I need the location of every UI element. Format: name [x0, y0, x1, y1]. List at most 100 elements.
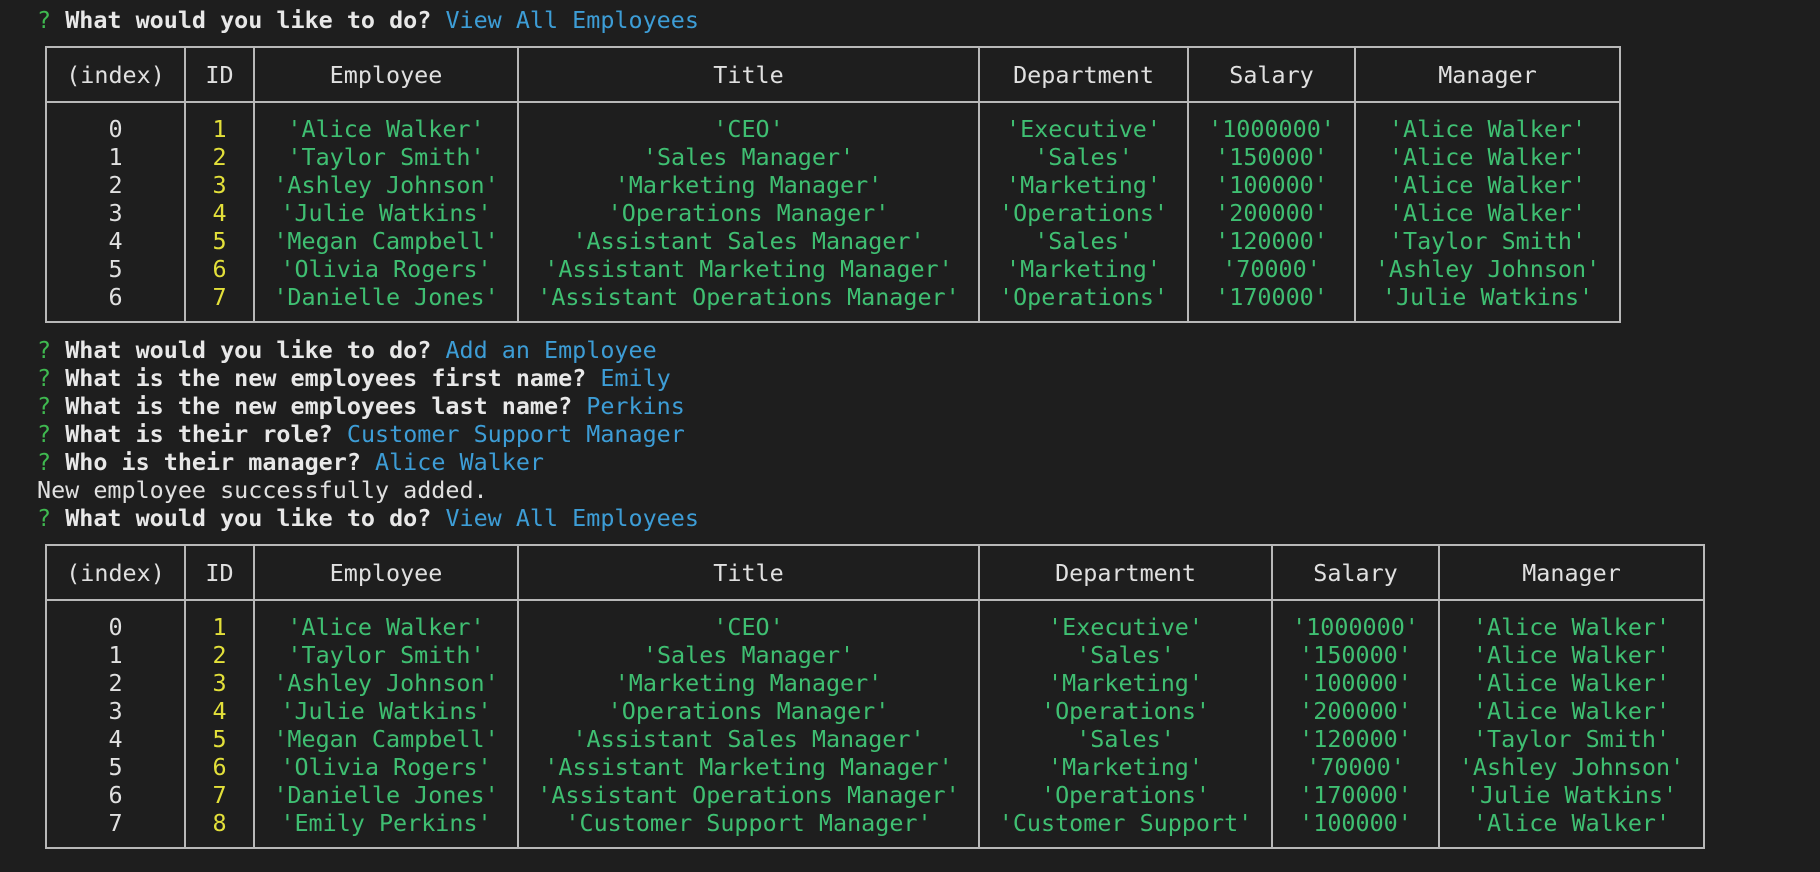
table-row: 6 7 'Danielle Jones' 'Assistant Operatio… [45, 781, 1705, 809]
cell-index: 1 [45, 143, 186, 171]
cell-salary: '100000' [1271, 809, 1440, 849]
cell-salary: '70000' [1187, 255, 1356, 283]
column-header-index: (index) [45, 544, 186, 601]
column-header-employee: Employee [253, 46, 519, 103]
cell-salary: '120000' [1187, 227, 1356, 255]
cell-employee: 'Danielle Jones' [253, 781, 519, 809]
cell-employee: 'Taylor Smith' [253, 143, 519, 171]
prompt-line: ? What would you like to do? View All Em… [37, 6, 1807, 34]
cell-manager: 'Ashley Johnson' [1354, 255, 1621, 283]
cell-title: 'Marketing Manager' [517, 171, 980, 199]
cell-manager: 'Alice Walker' [1438, 641, 1705, 669]
cell-department: 'Operations' [978, 283, 1189, 323]
cell-index: 6 [45, 781, 186, 809]
prompt-answer: Alice Walker [375, 448, 545, 476]
prompt-question: What is their role? [65, 420, 333, 448]
cell-employee: 'Megan Campbell' [253, 725, 519, 753]
cell-salary: '100000' [1271, 669, 1440, 697]
cell-salary: '120000' [1271, 725, 1440, 753]
table-row: 0 1 'Alice Walker' 'CEO' 'Executive' '10… [45, 600, 1705, 641]
prompt-question: Who is their manager? [65, 448, 361, 476]
cell-title: 'Assistant Marketing Manager' [517, 753, 980, 781]
cell-index: 4 [45, 725, 186, 753]
column-header-title: Title [517, 46, 980, 103]
cell-salary: '170000' [1187, 283, 1356, 323]
cell-title: 'Marketing Manager' [517, 669, 980, 697]
cell-manager: 'Julie Watkins' [1354, 283, 1621, 323]
cell-department: 'Operations' [978, 199, 1189, 227]
cell-id: 2 [184, 143, 255, 171]
column-header-salary: Salary [1187, 46, 1356, 103]
cell-id: 6 [184, 753, 255, 781]
cell-title: 'Operations Manager' [517, 697, 980, 725]
table-row: 4 5 'Megan Campbell' 'Assistant Sales Ma… [45, 725, 1705, 753]
cell-employee: 'Taylor Smith' [253, 641, 519, 669]
cell-manager: 'Alice Walker' [1354, 143, 1621, 171]
column-header-department: Department [978, 46, 1189, 103]
cell-employee: 'Julie Watkins' [253, 697, 519, 725]
table-row: 0 1 'Alice Walker' 'CEO' 'Executive' '10… [45, 102, 1621, 143]
cell-department: 'Executive' [978, 102, 1189, 143]
table-row: 2 3 'Ashley Johnson' 'Marketing Manager'… [45, 669, 1705, 697]
cell-employee: 'Olivia Rogers' [253, 255, 519, 283]
cell-department: 'Marketing' [978, 171, 1189, 199]
cell-salary: '1000000' [1271, 600, 1440, 641]
table-row: 5 6 'Olivia Rogers' 'Assistant Marketing… [45, 753, 1705, 781]
prompt-mark: ? [37, 6, 52, 34]
cell-department: 'Executive' [978, 600, 1273, 641]
cell-index: 7 [45, 809, 186, 849]
column-header-manager: Manager [1354, 46, 1621, 103]
cell-index: 0 [45, 600, 186, 641]
cell-salary: '200000' [1271, 697, 1440, 725]
cell-department: 'Sales' [978, 143, 1189, 171]
cell-salary: '100000' [1187, 171, 1356, 199]
cell-title: 'Assistant Sales Manager' [517, 227, 980, 255]
prompt-mark: ? [37, 420, 52, 448]
prompt-mark: ? [37, 504, 52, 532]
prompt-answer: Customer Support Manager [346, 420, 685, 448]
table-row: 1 2 'Taylor Smith' 'Sales Manager' 'Sale… [45, 641, 1705, 669]
cell-id: 5 [184, 725, 255, 753]
cell-index: 0 [45, 102, 186, 143]
prompt-answer: Perkins [586, 392, 685, 420]
column-header-salary: Salary [1271, 544, 1440, 601]
prompt-line: ? What is the new employees last name? P… [37, 392, 1807, 420]
cell-manager: 'Alice Walker' [1438, 697, 1705, 725]
column-header-manager: Manager [1438, 544, 1705, 601]
cell-id: 4 [184, 697, 255, 725]
column-header-index: (index) [45, 46, 186, 103]
cell-department: 'Operations' [978, 697, 1273, 725]
cell-salary: '200000' [1187, 199, 1356, 227]
prompt-question: What is the new employees last name? [65, 392, 573, 420]
prompt-line: ? What is their role? Customer Support M… [37, 420, 1807, 448]
terminal-output: ? What would you like to do? View All Em… [37, 6, 1807, 862]
cell-title: 'CEO' [517, 102, 980, 143]
prompt-answer: Add an Employee [445, 336, 657, 364]
cell-employee: 'Emily Perkins' [253, 809, 519, 849]
prompt-mark: ? [37, 364, 52, 392]
prompt-question: What would you like to do? [65, 6, 432, 34]
cell-employee: 'Alice Walker' [253, 600, 519, 641]
cell-index: 6 [45, 283, 186, 323]
table-row: 4 5 'Megan Campbell' 'Assistant Sales Ma… [45, 227, 1621, 255]
cell-manager: 'Ashley Johnson' [1438, 753, 1705, 781]
cell-manager: 'Alice Walker' [1438, 809, 1705, 849]
cell-index: 5 [45, 255, 186, 283]
cell-department: 'Sales' [978, 641, 1273, 669]
cell-index: 4 [45, 227, 186, 255]
prompt-mark: ? [37, 448, 52, 476]
cell-id: 6 [184, 255, 255, 283]
column-header-id: ID [184, 544, 255, 601]
cell-department: 'Operations' [978, 781, 1273, 809]
cell-employee: 'Megan Campbell' [253, 227, 519, 255]
cell-id: 3 [184, 171, 255, 199]
prompt-mark: ? [37, 392, 52, 420]
cell-salary: '170000' [1271, 781, 1440, 809]
cell-employee: 'Julie Watkins' [253, 199, 519, 227]
table-header-row: (index) ID Employee Title Department Sal… [45, 46, 1621, 103]
cell-title: 'Assistant Marketing Manager' [517, 255, 980, 283]
cell-salary: '150000' [1271, 641, 1440, 669]
column-header-id: ID [184, 46, 255, 103]
table-row: 5 6 'Olivia Rogers' 'Assistant Marketing… [45, 255, 1621, 283]
column-header-title: Title [517, 544, 980, 601]
